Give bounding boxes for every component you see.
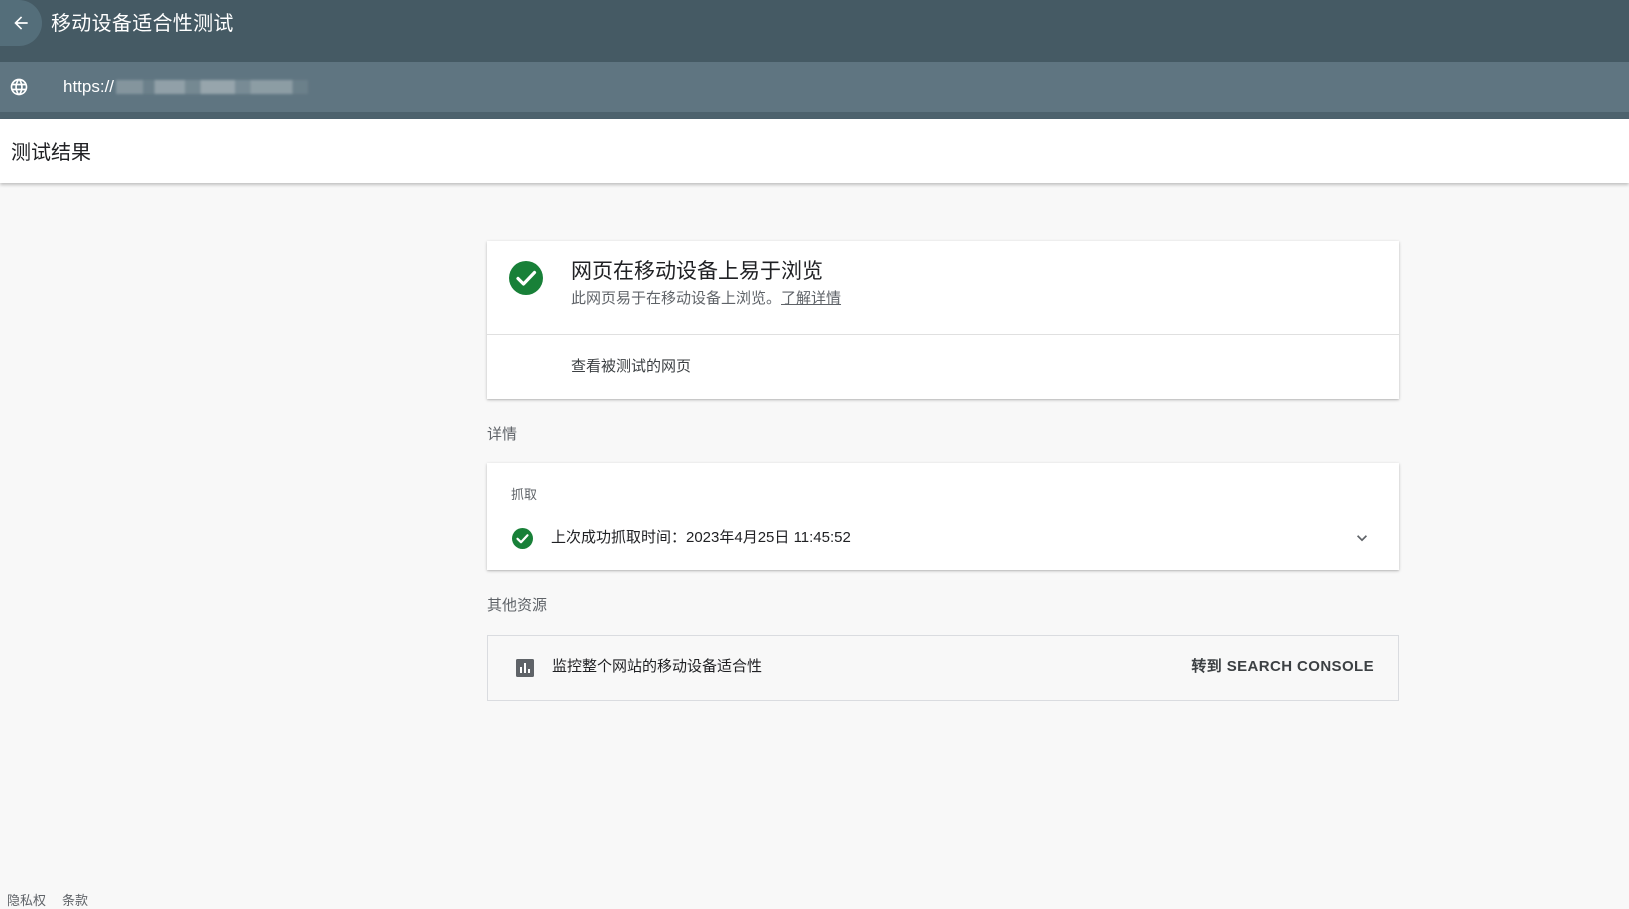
check-circle-icon: [509, 261, 543, 295]
monitor-site-text: 监控整个网站的移动设备适合性: [552, 658, 763, 675]
tested-url: https://: [63, 77, 115, 96]
summary-card: 网页在移动设备上易于浏览 此网页易于在移动设备上浏览。了解详情 查看被测试的网页: [487, 241, 1399, 399]
back-button[interactable]: [0, 0, 42, 46]
view-tested-page-link[interactable]: 查看被测试的网页: [571, 357, 691, 377]
result-heading: 网页在移动设备上易于浏览: [571, 260, 823, 283]
url-bar-divider: [0, 112, 1629, 119]
search-console-card: 监控整个网站的移动设备适合性 转到 SEARCH CONSOLE: [487, 635, 1399, 701]
app-title: 移动设备适合性测试: [51, 13, 234, 35]
footer: 隐私权 条款: [7, 893, 104, 909]
app-header: 移动设备适合性测试: [0, 0, 1629, 62]
chevron-down-icon[interactable]: [1352, 528, 1372, 548]
details-section-label: 详情: [487, 426, 518, 443]
result-description: 此网页易于在移动设备上浏览。了解详情: [571, 289, 841, 309]
crawl-label: 抓取: [511, 487, 538, 502]
crawl-card[interactable]: 抓取 上次成功抓取时间：2023年4月25日 11:45:52: [487, 463, 1399, 570]
go-to-search-console-button[interactable]: 转到 SEARCH CONSOLE: [1191, 657, 1374, 677]
result-description-text: 此网页易于在移动设备上浏览。: [571, 290, 782, 307]
globe-icon: [10, 78, 28, 96]
privacy-link[interactable]: 隐私权: [7, 893, 46, 908]
arrow-left-icon: [14, 16, 28, 30]
last-crawl-time: 上次成功抓取时间：2023年4月25日 11:45:52: [551, 529, 851, 546]
redacted-url-text: [116, 80, 308, 94]
results-title: 测试结果: [11, 142, 91, 164]
terms-link[interactable]: 条款: [62, 893, 88, 908]
card-divider: [487, 334, 1399, 335]
bar-chart-icon: [516, 659, 534, 677]
results-header: [0, 119, 1629, 183]
other-resources-section-label: 其他资源: [487, 597, 548, 614]
learn-more-link[interactable]: 了解详情: [781, 290, 841, 307]
check-circle-icon: [512, 528, 533, 549]
